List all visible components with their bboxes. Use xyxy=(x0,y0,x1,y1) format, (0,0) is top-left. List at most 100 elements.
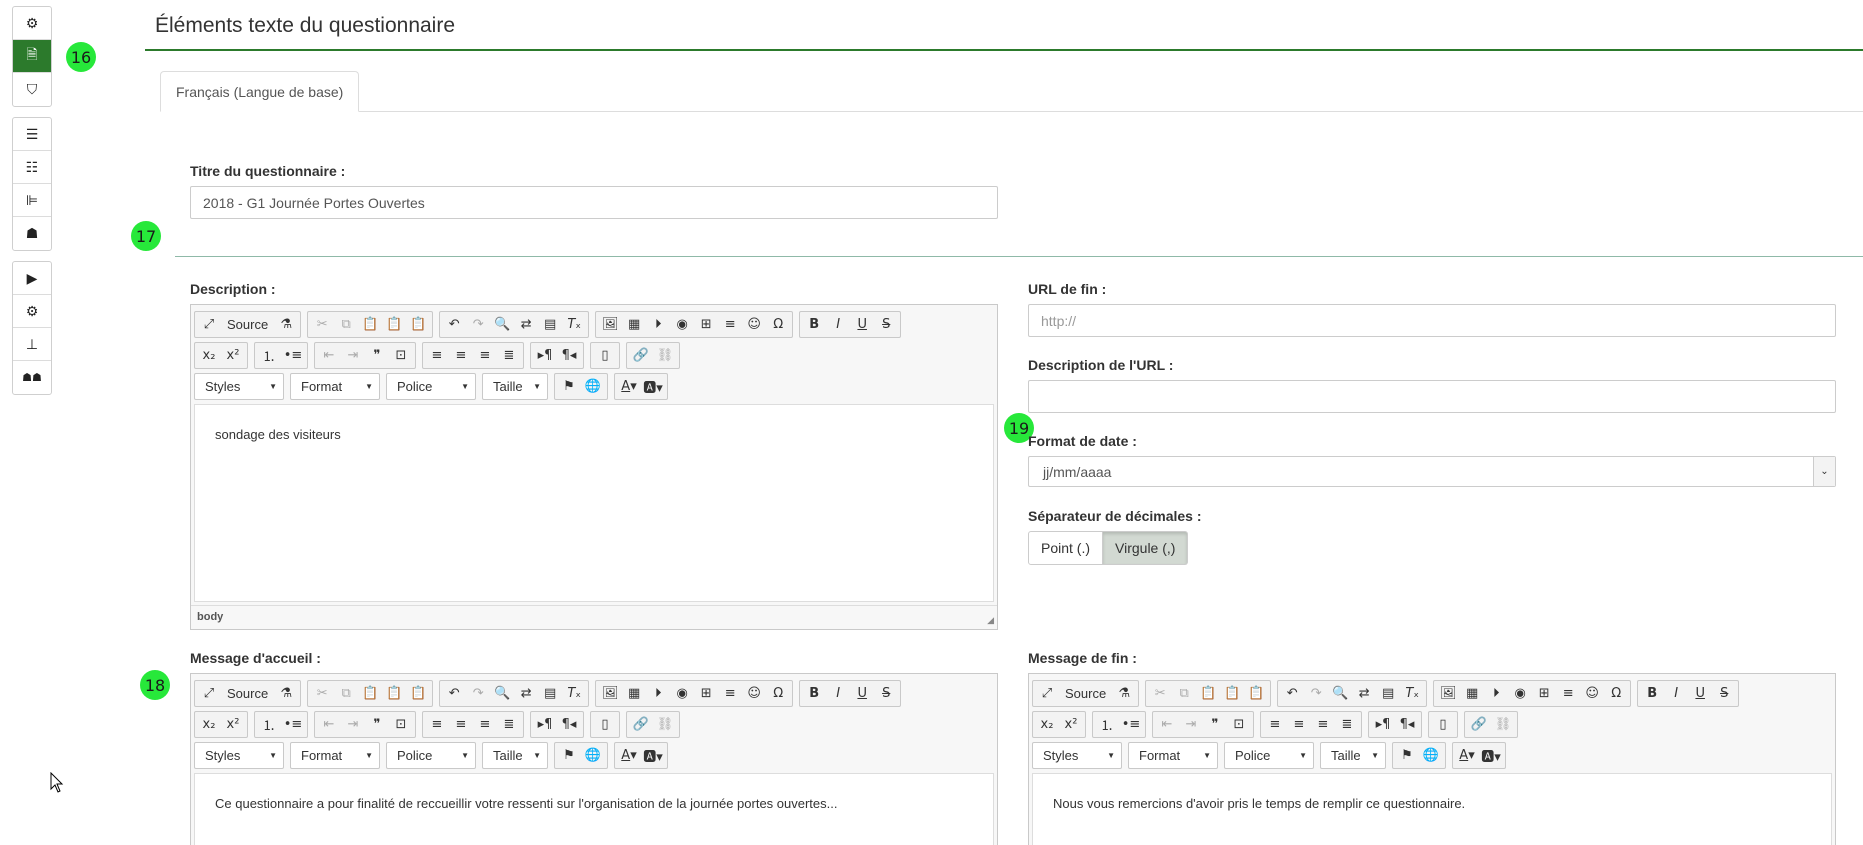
globe-icon[interactable]: 🌐 xyxy=(1419,743,1443,768)
size-dropdown[interactable]: Taille ▼ xyxy=(482,742,548,769)
flash-icon[interactable]: ▦ xyxy=(1460,681,1484,706)
find-icon[interactable]: 🔍 xyxy=(490,312,514,337)
element-path[interactable]: body xyxy=(197,611,223,623)
templates-icon[interactable]: ⚗ xyxy=(274,312,298,337)
media-icon[interactable]: ⏵ xyxy=(1484,681,1508,706)
align-left-icon[interactable]: ≡ xyxy=(425,712,449,737)
link-icon[interactable]: 🔗 xyxy=(1467,712,1491,737)
indent-icon[interactable]: ⇥ xyxy=(1179,712,1203,737)
div-icon[interactable]: ⊡ xyxy=(389,343,413,368)
image-icon[interactable]: 🖼 xyxy=(598,681,622,706)
rtl-icon[interactable]: ¶◂ xyxy=(557,712,581,737)
italic-icon[interactable]: I xyxy=(826,312,850,337)
align-right-icon[interactable]: ≡ xyxy=(473,343,497,368)
tab-language-base[interactable]: Français (Langue de base) xyxy=(160,71,360,112)
numbered-list-icon[interactable]: ⒈ xyxy=(257,712,281,737)
templates-icon[interactable]: ⚗ xyxy=(274,681,298,706)
maximize-icon[interactable]: ⤢ xyxy=(197,681,221,706)
align-left-icon[interactable]: ≡ xyxy=(1263,712,1287,737)
hr-icon[interactable]: ≡ xyxy=(718,312,742,337)
description-content[interactable]: sondage des visiteurs xyxy=(194,404,994,602)
align-justify-icon[interactable]: ≣ xyxy=(1335,712,1359,737)
cut-icon[interactable]: ✂ xyxy=(310,681,334,706)
paste-word-icon[interactable]: 📋 xyxy=(406,681,430,706)
italic-icon[interactable]: I xyxy=(826,681,850,706)
align-justify-icon[interactable]: ≣ xyxy=(497,712,521,737)
flag-icon[interactable]: ⚑ xyxy=(1395,743,1419,768)
text-color-icon[interactable]: A ▾ xyxy=(617,743,641,768)
url-description-input[interactable] xyxy=(1028,380,1836,413)
strike-icon[interactable]: S xyxy=(1712,681,1736,706)
unlink-icon[interactable]: ⛓ xyxy=(1491,712,1515,737)
indent-icon[interactable]: ⇥ xyxy=(341,712,365,737)
image-icon[interactable]: 🖼 xyxy=(598,312,622,337)
styles-dropdown[interactable]: Styles ▼ xyxy=(194,742,284,769)
unlink-icon[interactable]: ⛓ xyxy=(653,343,677,368)
iframe-icon[interactable]: ◉ xyxy=(670,312,694,337)
flag-icon[interactable]: ⚑ xyxy=(557,374,581,399)
undo-icon[interactable]: ↶ xyxy=(442,681,466,706)
subscript-icon[interactable]: x₂ xyxy=(197,343,221,368)
smiley-icon[interactable]: ☺ xyxy=(742,312,766,337)
globe-icon[interactable]: 🌐 xyxy=(581,743,605,768)
survey-settings-button[interactable]: ⚙ xyxy=(13,295,51,328)
bg-color-icon[interactable]: 🅰▾ xyxy=(1479,743,1503,768)
paste-icon[interactable]: 📋 xyxy=(1196,681,1220,706)
source-button[interactable]: Source xyxy=(1059,681,1112,706)
select-all-icon[interactable]: ▤ xyxy=(1376,681,1400,706)
bulleted-list-icon[interactable]: •≡ xyxy=(281,712,305,737)
structure-button[interactable]: ⊫ xyxy=(13,184,51,217)
remove-format-icon[interactable]: Tₓ xyxy=(562,681,586,706)
show-blocks-icon[interactable]: ▯ xyxy=(593,712,617,737)
end-content[interactable]: Nous vous remercions d'avoir pris le tem… xyxy=(1032,773,1832,845)
subscript-icon[interactable]: x₂ xyxy=(197,712,221,737)
question-list-button[interactable]: ☰ xyxy=(13,118,51,151)
special-char-icon[interactable]: Ω xyxy=(766,681,790,706)
align-right-icon[interactable]: ≡ xyxy=(473,712,497,737)
undo-icon[interactable]: ↶ xyxy=(442,312,466,337)
size-dropdown[interactable]: Taille ▼ xyxy=(482,373,548,400)
flash-icon[interactable]: ▦ xyxy=(622,312,646,337)
iframe-icon[interactable]: ◉ xyxy=(1508,681,1532,706)
bold-icon[interactable]: B xyxy=(1640,681,1664,706)
styles-dropdown[interactable]: Styles ▼ xyxy=(1032,742,1122,769)
select-all-icon[interactable]: ▤ xyxy=(538,681,562,706)
templates-icon[interactable]: ⚗ xyxy=(1112,681,1136,706)
format-dropdown[interactable]: Format ▼ xyxy=(1128,742,1218,769)
font-dropdown[interactable]: Police ▼ xyxy=(386,742,476,769)
link-icon[interactable]: 🔗 xyxy=(629,343,653,368)
align-justify-icon[interactable]: ≣ xyxy=(497,343,521,368)
table-icon[interactable]: ⊞ xyxy=(694,312,718,337)
flag-icon[interactable]: ⚑ xyxy=(557,743,581,768)
ltr-icon[interactable]: ▸¶ xyxy=(533,343,557,368)
align-center-icon[interactable]: ≡ xyxy=(449,343,473,368)
paste-word-icon[interactable]: 📋 xyxy=(1244,681,1268,706)
replace-icon[interactable]: ⇄ xyxy=(1352,681,1376,706)
paste-icon[interactable]: 📋 xyxy=(358,681,382,706)
show-blocks-icon[interactable]: ▯ xyxy=(1431,712,1455,737)
bulleted-list-icon[interactable]: •≡ xyxy=(1119,712,1143,737)
bold-icon[interactable]: B xyxy=(802,681,826,706)
indent-icon[interactable]: ⇥ xyxy=(341,343,365,368)
outdent-icon[interactable]: ⇤ xyxy=(317,343,341,368)
underline-icon[interactable]: U xyxy=(850,681,874,706)
paste-word-icon[interactable]: 📋 xyxy=(406,312,430,337)
underline-icon[interactable]: U xyxy=(850,312,874,337)
outdent-icon[interactable]: ⇤ xyxy=(1155,712,1179,737)
show-blocks-icon[interactable]: ▯ xyxy=(593,343,617,368)
flash-icon[interactable]: ▦ xyxy=(622,681,646,706)
format-dropdown[interactable]: Format ▼ xyxy=(290,373,380,400)
strike-icon[interactable]: S xyxy=(874,681,898,706)
remove-format-icon[interactable]: Tₓ xyxy=(1400,681,1424,706)
general-settings-button[interactable]: ⚙ xyxy=(13,7,51,40)
replace-icon[interactable]: ⇄ xyxy=(514,312,538,337)
decimal-comma-button[interactable]: Virgule (,) xyxy=(1103,531,1189,565)
paste-text-icon[interactable]: 📋 xyxy=(382,681,406,706)
undo-icon[interactable]: ↶ xyxy=(1280,681,1304,706)
media-icon[interactable]: ⏵ xyxy=(646,681,670,706)
format-dropdown[interactable]: Format ▼ xyxy=(290,742,380,769)
replace-icon[interactable]: ⇄ xyxy=(514,681,538,706)
font-dropdown[interactable]: Police ▼ xyxy=(386,373,476,400)
users-button[interactable]: ☗☗ xyxy=(13,361,51,394)
copy-icon[interactable]: ⧉ xyxy=(334,681,358,706)
